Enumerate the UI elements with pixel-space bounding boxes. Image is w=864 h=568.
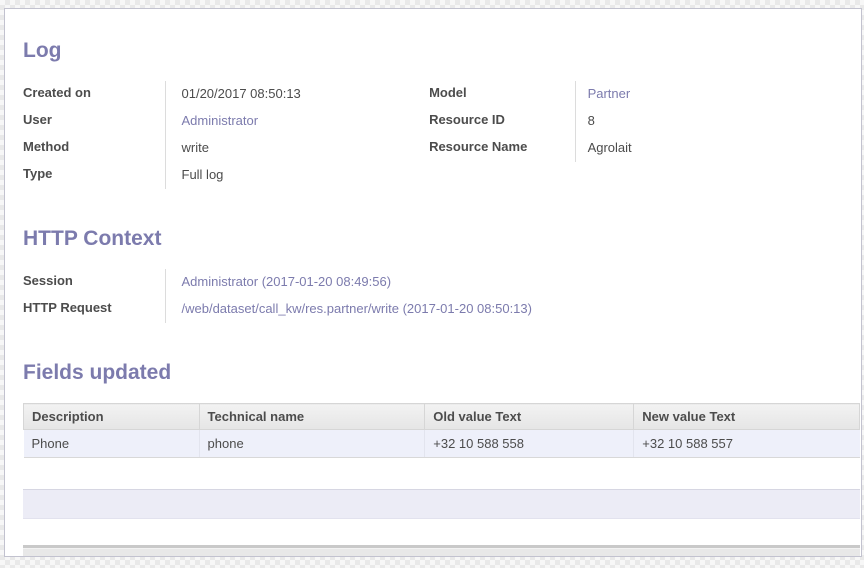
field-row-user: User Administrator (23, 108, 429, 135)
field-row-resource-id: Resource ID 8 (429, 108, 843, 135)
user-link[interactable]: Administrator (165, 108, 429, 135)
field-value-type: Full log (165, 162, 429, 189)
separator-strip-light (23, 549, 860, 557)
field-label-method: Method (23, 135, 165, 162)
section-title-log: Log (23, 39, 843, 63)
field-label-user: User (23, 108, 165, 135)
field-label-session: Session (23, 269, 165, 296)
session-link[interactable]: Administrator (2017-01-20 08:49:56) (165, 269, 623, 296)
log-fields-right: Model Partner Resource ID 8 Resource Nam… (429, 81, 843, 162)
model-link[interactable]: Partner (575, 81, 843, 108)
section-title-fields-updated: Fields updated (23, 361, 843, 385)
log-field-groups: Created on 01/20/2017 08:50:13 User Admi… (23, 81, 843, 189)
table-row-phone[interactable]: Phone phone +32 10 588 558 +32 10 588 55… (24, 430, 860, 458)
field-row-method: Method write (23, 135, 429, 162)
field-label-http-request: HTTP Request (23, 296, 165, 323)
log-fields-left: Created on 01/20/2017 08:50:13 User Admi… (23, 81, 429, 189)
field-label-type: Type (23, 162, 165, 189)
screenshot-root: { "colors": { "accent_purple": "#7c7bad"… (0, 0, 864, 568)
column-header-new-value[interactable]: New value Text (634, 404, 860, 430)
field-label-resource-name: Resource Name (429, 135, 575, 162)
log-form-panel: Log Created on 01/20/2017 08:50:13 User … (4, 8, 862, 557)
field-row-http-request: HTTP Request /web/dataset/call_kw/res.pa… (23, 296, 623, 323)
field-row-resource-name: Resource Name Agrolait (429, 135, 843, 162)
field-value-resource-name: Agrolait (575, 135, 843, 162)
cell-old-value[interactable]: +32 10 588 558 (425, 430, 634, 458)
cell-new-value[interactable]: +32 10 588 557 (634, 430, 860, 458)
column-header-old-value[interactable]: Old value Text (425, 404, 634, 430)
empty-list-band (23, 489, 860, 519)
cell-description[interactable]: Phone (24, 430, 200, 458)
field-value-resource-id: 8 (575, 108, 843, 135)
cell-technical-name[interactable]: phone (199, 430, 425, 458)
column-header-technical-name[interactable]: Technical name (199, 404, 425, 430)
field-label-resource-id: Resource ID (429, 108, 575, 135)
field-value-created-on: 01/20/2017 08:50:13 (165, 81, 429, 108)
field-value-method: write (165, 135, 429, 162)
field-row-created-on: Created on 01/20/2017 08:50:13 (23, 81, 429, 108)
column-header-description[interactable]: Description (24, 404, 200, 430)
http-request-link[interactable]: /web/dataset/call_kw/res.partner/write (… (165, 296, 623, 323)
section-title-http-context: HTTP Context (23, 227, 843, 251)
field-label-model: Model (429, 81, 575, 108)
http-context-fields: Session Administrator (2017-01-20 08:49:… (23, 269, 623, 323)
fields-updated-table: Description Technical name Old value Tex… (23, 403, 860, 458)
field-label-created-on: Created on (23, 81, 165, 108)
table-header-row: Description Technical name Old value Tex… (24, 404, 860, 430)
field-row-session: Session Administrator (2017-01-20 08:49:… (23, 269, 623, 296)
field-row-model: Model Partner (429, 81, 843, 108)
field-row-type: Type Full log (23, 162, 429, 189)
